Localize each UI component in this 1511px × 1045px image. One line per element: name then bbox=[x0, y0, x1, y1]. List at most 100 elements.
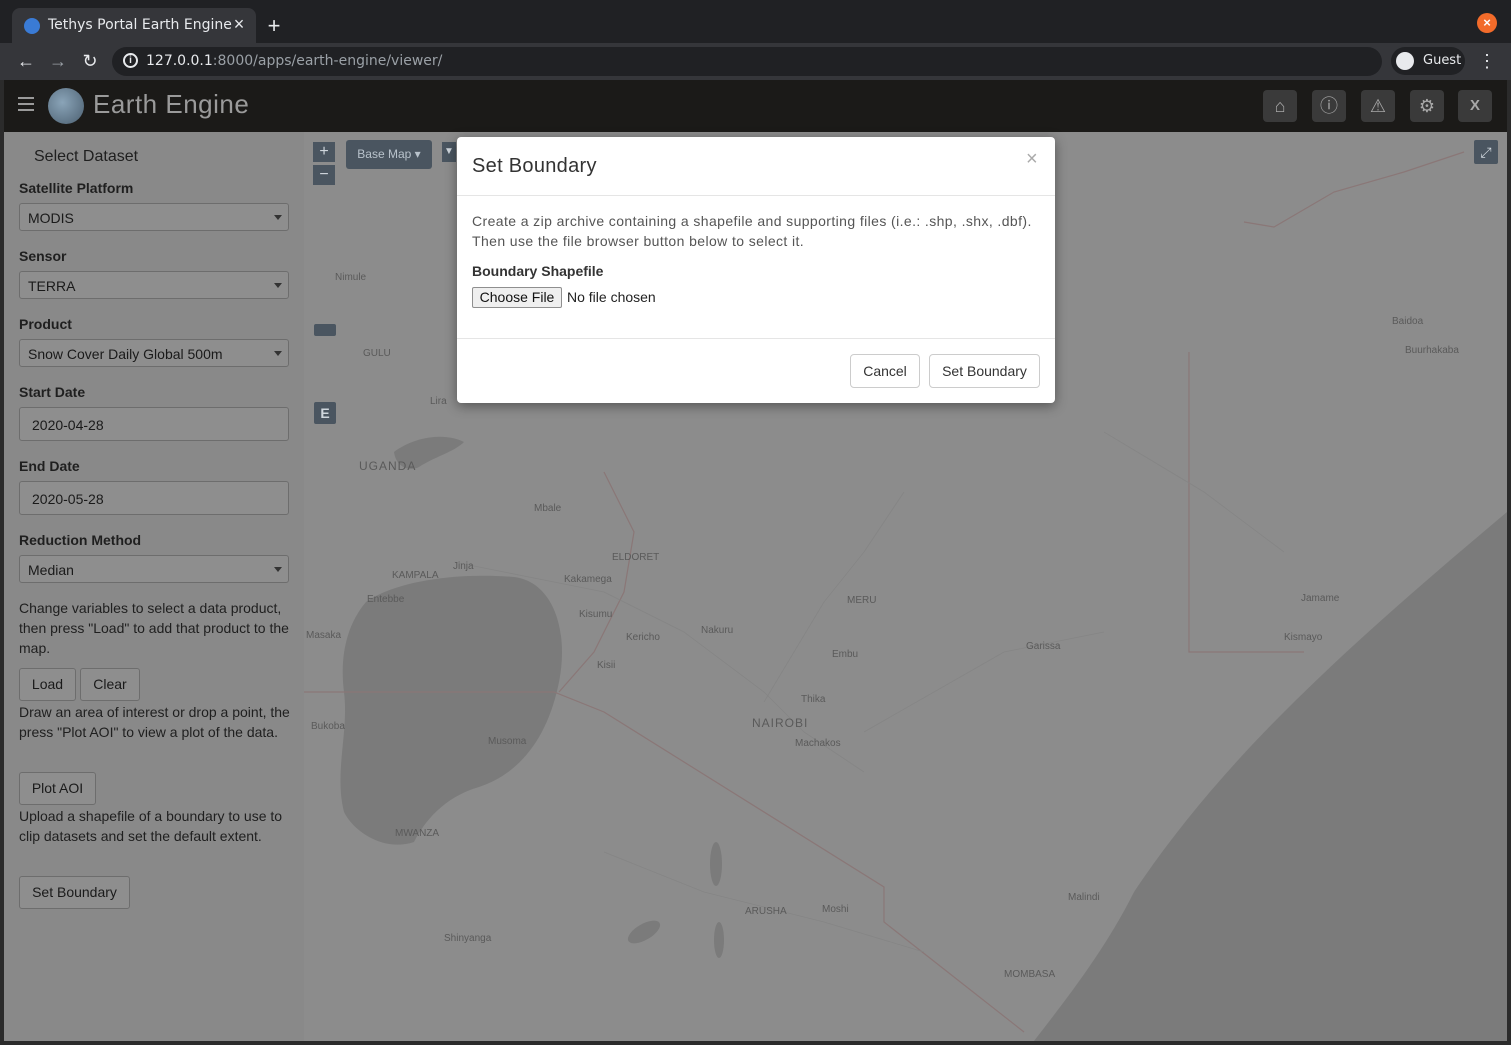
user-avatar-icon bbox=[1396, 52, 1414, 70]
country-border bbox=[1188, 352, 1304, 653]
place-label: Kisii bbox=[597, 660, 616, 671]
browser-tab-bar: Tethys Portal Earth Engine × + × bbox=[0, 0, 1511, 44]
place-label: Musoma bbox=[488, 736, 527, 747]
place-label: Nimule bbox=[335, 272, 367, 283]
app-logo bbox=[48, 88, 84, 124]
place-label: ELDORET bbox=[612, 552, 660, 563]
back-arrow-icon[interactable]: ← bbox=[14, 49, 38, 73]
place-label: Thika bbox=[801, 694, 826, 705]
tab-close-icon[interactable]: × bbox=[229, 14, 249, 34]
zoom-out-button[interactable]: − bbox=[313, 165, 335, 185]
kebab-menu-icon[interactable]: ⋮ bbox=[1478, 49, 1496, 73]
place-label: Embu bbox=[832, 649, 859, 660]
place-label: Nakuru bbox=[701, 625, 734, 636]
start-date-label: Start Date bbox=[19, 384, 86, 400]
new-tab-plus-icon[interactable]: + bbox=[262, 14, 286, 38]
app-header: Earth Engine ⌂ ⓘ ⚠ ⚙ X bbox=[4, 80, 1507, 132]
end-date-input[interactable]: 2020-05-28 bbox=[19, 481, 289, 515]
place-label: Entebbe bbox=[367, 594, 405, 605]
place-label: NAIROBI bbox=[752, 716, 809, 730]
submit-boundary-button[interactable]: Set Boundary bbox=[929, 354, 1040, 388]
set-boundary-button[interactable]: Set Boundary bbox=[19, 876, 130, 909]
place-label: MWANZA bbox=[395, 828, 440, 839]
address-bar[interactable]: i 127.0.0.1:8000/apps/earth-engine/viewe… bbox=[112, 47, 1382, 76]
load-button[interactable]: Load bbox=[19, 668, 76, 701]
sidebar-title: Select Dataset bbox=[34, 148, 139, 165]
profile-label: Guest bbox=[1423, 53, 1462, 68]
lake-natron bbox=[710, 842, 722, 886]
shapefile-label: Boundary Shapefile bbox=[472, 263, 604, 279]
load-help-text: Change variables to select a data produc… bbox=[19, 600, 289, 656]
layer-filter-icon[interactable]: ▼ bbox=[442, 142, 456, 162]
zoom-in-button[interactable]: + bbox=[313, 142, 335, 162]
info-icon[interactable]: i bbox=[123, 53, 138, 68]
choose-file-button[interactable]: Choose File bbox=[472, 287, 562, 308]
place-label: Baidoa bbox=[1392, 316, 1424, 327]
info-icon[interactable]: ⓘ bbox=[1312, 90, 1346, 122]
url-text: 127.0.0.1:8000/apps/earth-engine/viewer/ bbox=[146, 53, 443, 69]
place-label: Jinja bbox=[453, 561, 474, 572]
place-label: Kakamega bbox=[564, 574, 612, 585]
place-label: Kismayo bbox=[1284, 632, 1323, 643]
app-title: Earth Engine bbox=[93, 89, 250, 119]
modal-header-divider bbox=[457, 195, 1055, 196]
platform-label: Satellite Platform bbox=[19, 180, 134, 196]
place-label: MOMBASA bbox=[1004, 969, 1056, 980]
draw-tool-button[interactable]: E bbox=[314, 402, 336, 424]
modal-title: Set Boundary bbox=[472, 155, 597, 177]
place-label: Shinyanga bbox=[444, 933, 492, 944]
hamburger-menu-icon[interactable] bbox=[18, 97, 34, 113]
place-label: Kisumu bbox=[579, 609, 613, 620]
platform-select[interactable]: MODIS bbox=[19, 203, 289, 231]
exit-app-button[interactable]: X bbox=[1458, 90, 1492, 122]
place-label: Masaka bbox=[306, 630, 342, 641]
sensor-select[interactable]: TERRA bbox=[19, 271, 289, 299]
tab-title: Tethys Portal Earth Engine bbox=[48, 17, 232, 33]
gear-icon[interactable]: ⚙ bbox=[1410, 90, 1444, 122]
reduction-label: Reduction Method bbox=[19, 532, 142, 548]
start-date-input[interactable]: 2020-04-28 bbox=[19, 407, 289, 441]
lake-victoria bbox=[340, 575, 562, 845]
place-label: Jamame bbox=[1301, 593, 1340, 604]
browser-tab[interactable]: Tethys Portal Earth Engine × bbox=[12, 8, 256, 44]
end-date-label: End Date bbox=[19, 458, 80, 474]
modal-close-icon[interactable]: × bbox=[1026, 149, 1038, 169]
product-label: Product bbox=[19, 316, 72, 332]
forward-arrow-icon[interactable]: → bbox=[46, 49, 70, 73]
place-label: Mbale bbox=[534, 503, 562, 514]
profile-button[interactable]: Guest bbox=[1391, 47, 1465, 75]
place-label: Garissa bbox=[1026, 641, 1061, 652]
place-label: Machakos bbox=[795, 738, 841, 749]
expand-icon[interactable]: ⤢ bbox=[1474, 140, 1498, 164]
dataset-sidebar: Select Dataset Satellite Platform MODIS … bbox=[4, 132, 304, 1041]
map-control-button[interactable] bbox=[314, 324, 336, 336]
file-status-text: No file chosen bbox=[567, 289, 656, 305]
clear-button[interactable]: Clear bbox=[80, 668, 140, 701]
cancel-button[interactable]: Cancel bbox=[850, 354, 920, 388]
warning-icon[interactable]: ⚠ bbox=[1361, 90, 1395, 122]
place-label: Buurhakaba bbox=[1405, 345, 1459, 356]
product-select[interactable]: Snow Cover Daily Global 500m bbox=[19, 339, 289, 367]
sensor-label: Sensor bbox=[19, 248, 67, 264]
place-label: KAMPALA bbox=[392, 570, 439, 581]
lake-manyara bbox=[714, 922, 724, 958]
place-label: Bukoba bbox=[311, 721, 345, 732]
indian-ocean bbox=[1034, 512, 1507, 1041]
favicon-icon bbox=[24, 18, 40, 34]
plot-help-text: Draw an area of interest or drop a point… bbox=[19, 704, 290, 740]
home-icon[interactable]: ⌂ bbox=[1263, 90, 1297, 122]
plot-aoi-button[interactable]: Plot AOI bbox=[19, 772, 96, 805]
browser-toolbar: ← → ↻ i 127.0.0.1:8000/apps/earth-engine… bbox=[0, 43, 1511, 80]
place-label: Moshi bbox=[822, 904, 849, 915]
window-close-icon[interactable]: × bbox=[1477, 13, 1497, 33]
place-label: Kericho bbox=[626, 632, 660, 643]
place-label: Malindi bbox=[1068, 892, 1100, 903]
place-label: ARUSHA bbox=[745, 906, 787, 917]
reduction-select[interactable]: Median bbox=[19, 555, 289, 583]
modal-footer-divider bbox=[457, 338, 1055, 339]
basemap-label: Base Map bbox=[357, 147, 412, 161]
basemap-dropdown[interactable]: Base Map ▾ bbox=[346, 140, 432, 169]
reload-icon[interactable]: ↻ bbox=[78, 49, 102, 73]
lake-eyasi bbox=[627, 920, 661, 944]
place-label: GULU bbox=[363, 348, 391, 359]
